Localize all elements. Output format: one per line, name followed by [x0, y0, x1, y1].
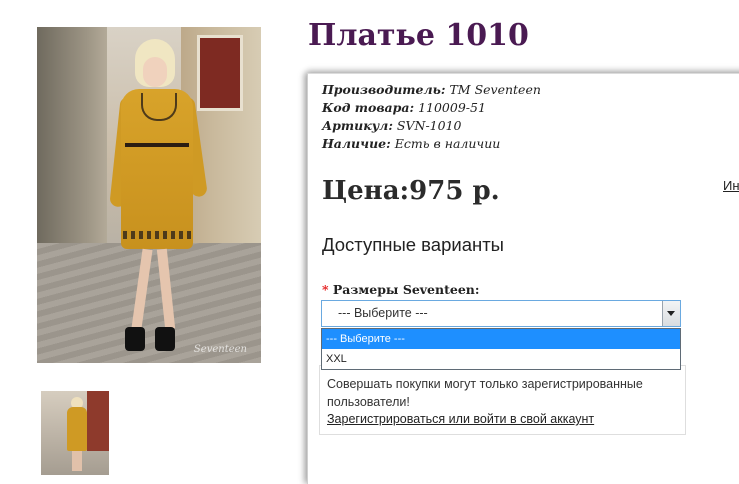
product-main-image[interactable]: Seventeen — [37, 27, 261, 363]
size-select-dropdown: --- Выберите --- XXL — [321, 328, 681, 370]
size-select[interactable]: --- Выберите --- — [321, 300, 681, 327]
size-option-label: * Размеры Seventeen: — [322, 282, 479, 297]
size-select-value: --- Выберите --- — [338, 306, 428, 320]
notice-message: Совершать покупки могут только зарегистр… — [327, 377, 643, 409]
spec-value: ТМ Seventeen — [449, 82, 541, 97]
size-option-placeholder[interactable]: --- Выберите --- — [322, 329, 680, 349]
spec-manufacturer: Производитель: ТМ Seventeen — [322, 81, 541, 99]
size-select-toggle[interactable] — [662, 301, 680, 326]
page-title: Платье 1010 — [308, 18, 529, 53]
photo-wall-left — [37, 27, 107, 247]
spec-label: Артикул: — [322, 118, 393, 133]
thumb-legs — [72, 451, 82, 471]
login-required-notice: Совершать покупки могут только зарегистр… — [319, 365, 686, 435]
photo-belt — [125, 143, 189, 147]
spec-product-code: Код товара: 110009-51 — [322, 99, 541, 117]
register-login-link[interactable]: Зарегистрироваться или войти в свой акка… — [327, 412, 594, 426]
photo-hem — [123, 231, 191, 239]
spec-availability: Наличие: Есть в наличии — [322, 135, 541, 153]
variants-heading: Доступные варианты — [322, 234, 504, 255]
spec-label: Код товара: — [322, 100, 415, 115]
thumb-dress — [67, 407, 87, 451]
required-mark: * — [322, 282, 329, 297]
spec-value: 110009-51 — [418, 100, 486, 115]
product-info-panel: Производитель: ТМ Seventeen Код товара: … — [307, 73, 739, 484]
spec-value: SVN-1010 — [396, 118, 462, 133]
spec-label: Наличие: — [322, 136, 391, 151]
product-thumbnail[interactable] — [41, 391, 109, 475]
photo-shoe-left — [125, 327, 145, 351]
spec-value: Есть в наличии — [394, 136, 501, 151]
size-option-xxl[interactable]: XXL — [322, 349, 680, 369]
product-price: Цена:975 р. — [322, 176, 500, 206]
photo-embroidery — [141, 93, 177, 121]
size-option-label-text: Размеры Seventeen: — [332, 282, 480, 297]
photo-face — [143, 57, 167, 87]
spec-label: Производитель: — [322, 82, 446, 97]
spec-article: Артикул: SVN-1010 — [322, 117, 541, 135]
photo-signature: Seventeen — [193, 344, 247, 355]
thumb-wall — [87, 391, 109, 451]
photo-shoe-right — [155, 327, 175, 351]
side-link[interactable]: Ин — [723, 178, 739, 193]
photo-window — [197, 35, 243, 111]
chevron-down-icon — [667, 311, 675, 316]
product-specs: Производитель: ТМ Seventeen Код товара: … — [322, 81, 541, 153]
